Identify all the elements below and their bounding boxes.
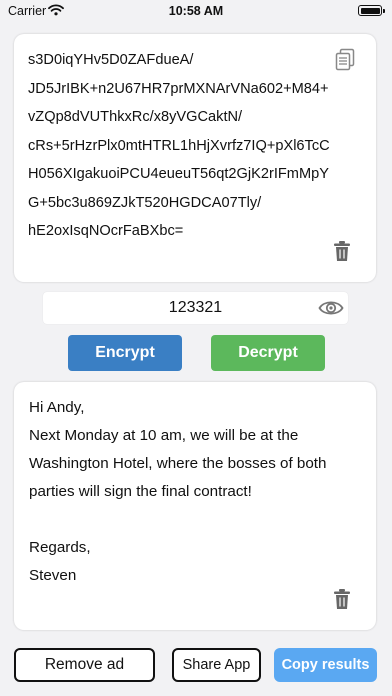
cipher-text-card: s3D0iqYHv5D0ZAFdueA/ JD5JrIBK+n2U67HR7pr… <box>14 34 376 282</box>
share-app-button[interactable]: Share App <box>172 648 261 682</box>
status-time: 10:58 AM <box>168 4 224 18</box>
key-field[interactable]: 123321 <box>43 292 348 324</box>
decrypt-button[interactable]: Decrypt <box>211 335 325 371</box>
cipher-text[interactable]: s3D0iqYHv5D0ZAFdueA/ JD5JrIBK+n2U67HR7pr… <box>28 46 344 246</box>
clear-message-trash-icon[interactable] <box>332 588 356 612</box>
eye-icon[interactable] <box>318 297 344 319</box>
status-bar: Carrier 10:58 AM <box>0 0 392 22</box>
plain-text-card: Hi Andy, Next Monday at 10 am, we will b… <box>14 382 376 630</box>
remove-ad-button[interactable]: Remove ad <box>14 648 155 682</box>
key-value[interactable]: 123321 <box>43 299 348 317</box>
clear-cipher-trash-icon[interactable] <box>332 240 356 264</box>
copy-results-button[interactable]: Copy results <box>274 648 377 682</box>
encrypt-button[interactable]: Encrypt <box>68 335 182 371</box>
battery-icon <box>358 5 385 16</box>
plain-text[interactable]: Hi Andy, Next Monday at 10 am, we will b… <box>29 394 359 590</box>
copy-icon[interactable] <box>334 48 358 72</box>
